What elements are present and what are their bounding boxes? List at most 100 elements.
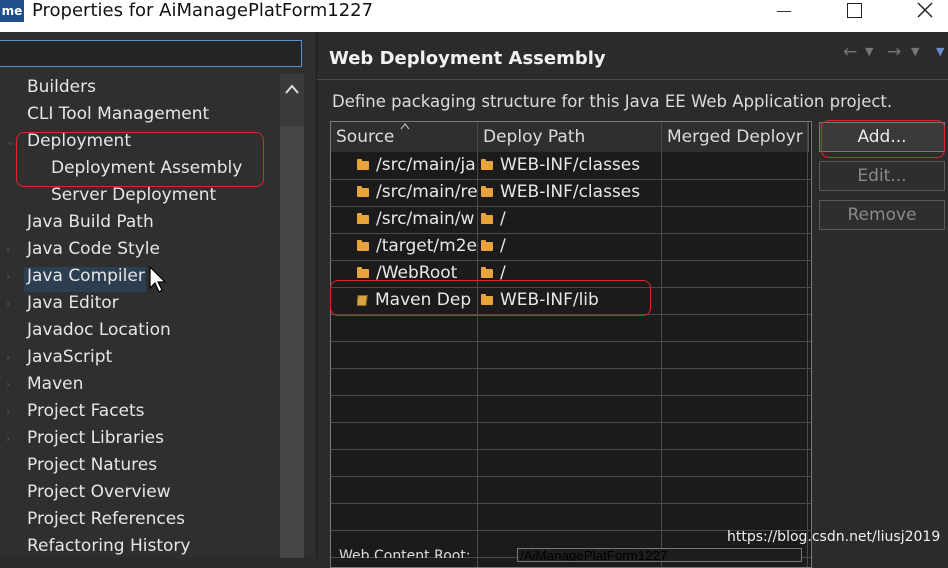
web-content-root-label: Web Content Root:: [339, 548, 471, 558]
deploy-path-text: WEB-INF/classes: [500, 182, 641, 202]
window-title: Properties for AiManagePlatForm1227: [32, 0, 374, 21]
library-icon: [357, 295, 368, 306]
tree-item[interactable]: Server Deployment: [51, 182, 216, 209]
chevron-right-icon[interactable]: ›: [6, 379, 16, 390]
tree-item[interactable]: Project References: [27, 506, 185, 533]
folder-icon: [481, 213, 493, 224]
folder-icon: [357, 213, 369, 224]
tree-item[interactable]: Refactoring History: [27, 533, 190, 560]
deploy-path-cell: WEB-INF/classes: [481, 152, 661, 179]
source-text: /src/main/ja: [376, 155, 476, 175]
deploy-path-cell: /: [481, 260, 661, 287]
menu-dropdown-icon[interactable]: ▼: [936, 44, 944, 60]
source-text: /src/main/re: [376, 182, 477, 202]
column-header-merged-deployment[interactable]: Merged Deployr: [662, 122, 809, 152]
page-content: Web Deployment Assembly ← ▼ → ▼ ▼ Define…: [317, 32, 948, 568]
source-cell: /target/m2e: [357, 233, 477, 260]
tree-item[interactable]: Project Natures: [27, 452, 157, 479]
source-cell: /src/main/re: [357, 179, 477, 206]
chevron-right-icon[interactable]: ›: [6, 298, 16, 309]
maximize-button[interactable]: [832, 0, 878, 24]
folder-icon: [357, 186, 369, 197]
app-logo-icon: me: [0, 0, 24, 22]
source-text: /target/m2e: [376, 236, 477, 256]
deploy-path-cell: WEB-INF/classes: [481, 179, 661, 206]
table-row[interactable]: Maven Dep WEB-INF/lib: [331, 287, 811, 315]
chevron-right-icon[interactable]: ›: [6, 433, 16, 444]
table-row[interactable]: /src/main/w /: [331, 206, 811, 234]
table-row[interactable]: /src/main/ja WEB-INF/classes: [331, 152, 811, 180]
deploy-path-cell: WEB-INF/lib: [481, 287, 661, 314]
chevron-right-icon[interactable]: ›: [6, 406, 16, 417]
add-button[interactable]: Add...: [819, 122, 945, 152]
chevron-right-icon[interactable]: ›: [6, 352, 16, 363]
page-title: Web Deployment Assembly: [329, 48, 606, 69]
folder-icon: [357, 159, 369, 170]
source-text: /src/main/w: [376, 209, 475, 229]
table-row: [331, 341, 811, 369]
column-divider: [807, 122, 808, 567]
table-row[interactable]: /src/main/re WEB-INF/classes: [331, 179, 811, 207]
header-separator: [317, 79, 948, 80]
close-button[interactable]: [902, 0, 948, 24]
tree-item[interactable]: Builders: [27, 74, 96, 101]
tree-item[interactable]: Maven: [27, 371, 83, 398]
chevron-up-icon: [285, 84, 299, 94]
preferences-tree: Builders CLI Tool Management Deployment ⌄ De…: [0, 74, 280, 558]
tree-item[interactable]: Java Code Style: [27, 236, 160, 263]
deploy-path-cell: /: [481, 233, 661, 260]
back-arrow-icon[interactable]: ←: [843, 44, 857, 61]
assembly-table: Source Deploy Path Merged Deployr /src/m…: [330, 121, 812, 568]
tree-item[interactable]: Javadoc Location: [27, 317, 171, 344]
page-description: Define packaging structure for this Java…: [332, 92, 893, 111]
source-text: /WebRoot: [376, 263, 458, 283]
folder-icon: [481, 294, 493, 305]
tree-item[interactable]: Deployment: [27, 128, 131, 155]
deploy-path-text: /: [500, 263, 506, 283]
folder-icon: [481, 186, 493, 197]
edit-button[interactable]: Edit...: [819, 161, 945, 191]
table-row[interactable]: /target/m2e /: [331, 233, 811, 261]
scroll-up-button[interactable]: [282, 76, 302, 100]
deploy-path-text: /: [500, 236, 506, 256]
folder-icon: [357, 267, 369, 278]
mouse-cursor-icon: [149, 266, 167, 293]
sort-ascending-icon: [400, 123, 410, 130]
source-cell: /WebRoot: [357, 260, 477, 287]
column-divider: [661, 122, 662, 567]
minimize-button[interactable]: [760, 0, 806, 24]
forward-dropdown-icon[interactable]: ▼: [911, 44, 919, 60]
tree-item[interactable]: Project Libraries: [27, 425, 164, 452]
table-row: [331, 422, 811, 450]
remove-button[interactable]: Remove: [819, 200, 945, 230]
tree-item[interactable]: Java Compiler: [27, 263, 145, 290]
source-cell: /src/main/ja: [357, 152, 477, 179]
filter-input[interactable]: [0, 40, 302, 67]
tree-item[interactable]: JavaScript: [27, 344, 112, 371]
back-dropdown-icon[interactable]: ▼: [865, 44, 873, 60]
folder-icon: [481, 159, 493, 170]
table-row: [331, 314, 811, 342]
chevron-right-icon[interactable]: ›: [6, 271, 16, 282]
web-content-root-field[interactable]: [517, 548, 802, 562]
window-title-bar: me Properties for AiManagePlatForm1227: [0, 0, 948, 32]
tree-item[interactable]: CLI Tool Management: [27, 101, 209, 128]
tree-item[interactable]: Project Overview: [27, 479, 171, 506]
column-header-deploy-path[interactable]: Deploy Path: [478, 122, 662, 152]
deploy-path-text: WEB-INF/lib: [500, 290, 599, 310]
source-text: Maven Dep: [375, 290, 472, 310]
preferences-sidebar: Builders CLI Tool Management Deployment ⌄ De…: [0, 32, 317, 558]
folder-icon: [481, 267, 493, 278]
forward-arrow-icon[interactable]: →: [887, 44, 901, 61]
tree-item[interactable]: Java Editor: [27, 290, 119, 317]
chevron-right-icon[interactable]: ›: [6, 244, 16, 255]
tree-item[interactable]: Deployment Assembly: [51, 155, 242, 182]
watermark: https://blog.csdn.net/liusj2019: [727, 529, 941, 545]
tree-item[interactable]: Java Build Path: [27, 209, 154, 236]
folder-icon: [481, 240, 493, 251]
chevron-down-icon[interactable]: ⌄: [6, 136, 16, 147]
tree-item[interactable]: Project Facets: [27, 398, 145, 425]
tree-scrollbar-thumb[interactable]: [280, 126, 304, 558]
source-cell: Maven Dep: [357, 287, 477, 314]
table-row[interactable]: /WebRoot /: [331, 260, 811, 288]
